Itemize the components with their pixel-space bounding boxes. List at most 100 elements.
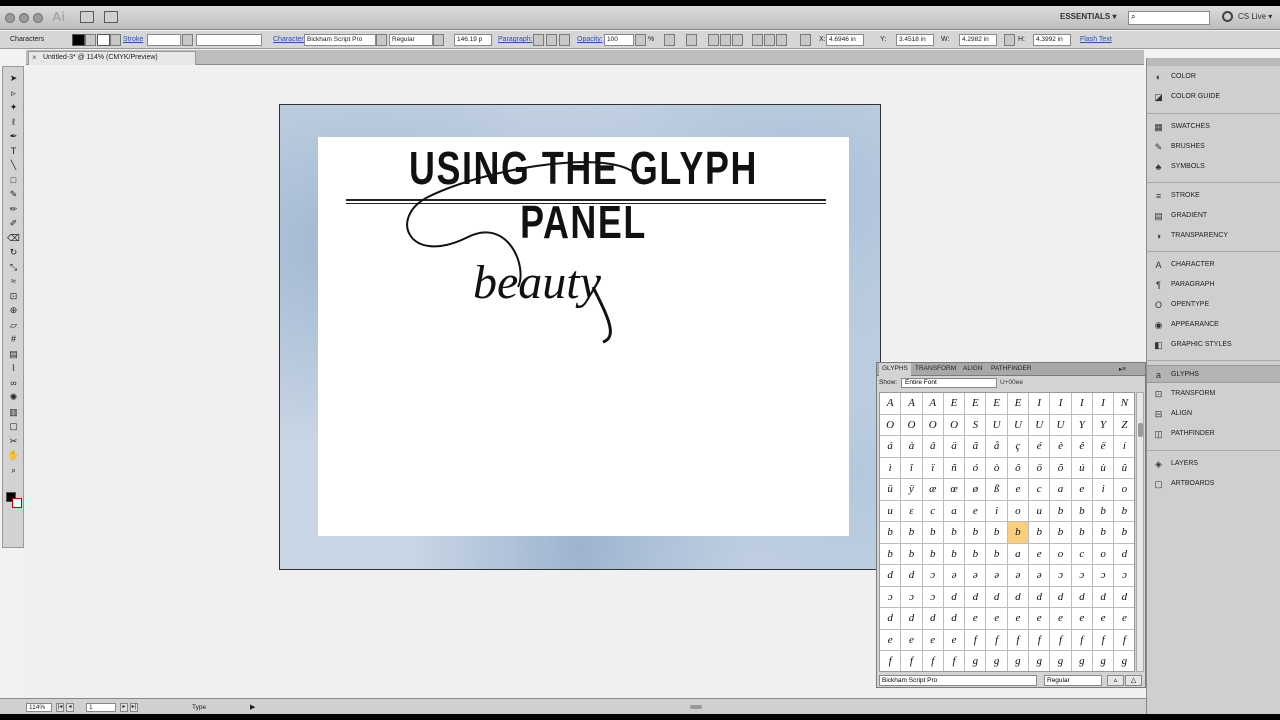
dock-item-character[interactable]: A CHARACTER — [1147, 256, 1280, 274]
glyph-cell[interactable]: c — [1071, 543, 1093, 565]
glyph-cell[interactable]: ï — [922, 457, 944, 479]
pen-tool-icon[interactable]: ✒ — [7, 131, 20, 142]
opacity-field[interactable]: 100 — [604, 34, 634, 46]
glyph-cell[interactable]: ú — [1071, 457, 1093, 479]
glyph-cell[interactable]: ñ — [943, 457, 966, 479]
free-transform-tool-icon[interactable]: ⊡ — [7, 291, 20, 302]
stroke-swatch[interactable] — [97, 34, 110, 46]
search-input[interactable]: ⌕ — [1128, 11, 1210, 25]
glyph-cell[interactable]: i — [986, 500, 1008, 522]
arrange-documents-icon[interactable] — [104, 11, 118, 23]
glyph-cell[interactable]: á — [880, 436, 902, 458]
cs-live-menu[interactable]: CS Live ▾ — [1238, 12, 1272, 21]
glyph-cell[interactable]: N — [1114, 393, 1134, 415]
perspective-tool-icon[interactable]: ▱ — [7, 320, 20, 331]
flash-text-link[interactable]: Flash Text — [1080, 36, 1112, 43]
glyph-cell[interactable]: b — [943, 522, 966, 544]
glyph-cell[interactable]: I — [1029, 393, 1051, 415]
dock-item-graphic-styles[interactable]: ◧ GRAPHIC STYLES — [1147, 336, 1280, 354]
glyph-cell[interactable]: E — [965, 393, 987, 415]
glyph-cell[interactable]: Y — [1092, 414, 1115, 436]
glyph-cell[interactable]: b — [1050, 522, 1072, 544]
glyph-cell[interactable]: f — [1071, 629, 1093, 651]
dock-item-pathfinder[interactable]: ◫ PATHFINDER — [1147, 425, 1280, 443]
glyph-cell[interactable]: g — [986, 651, 1008, 671]
h-field[interactable]: 4.3992 in — [1033, 34, 1071, 46]
stroke-weight-field[interactable] — [147, 34, 181, 46]
stroke-dropdown[interactable] — [110, 34, 121, 46]
glyph-cell[interactable]: O — [901, 414, 923, 436]
glyph-cell[interactable]: f — [1029, 629, 1051, 651]
glyph-cell[interactable]: d — [943, 608, 966, 630]
glyph-cell[interactable]: U — [1029, 414, 1051, 436]
glyph-cell[interactable]: f — [880, 651, 902, 671]
glyph-cell[interactable]: b — [1071, 500, 1093, 522]
glyph-cell[interactable]: E — [986, 393, 1008, 415]
glyph-cell[interactable]: e — [1092, 608, 1115, 630]
glyph-cell[interactable]: g — [965, 651, 987, 671]
artboard[interactable]: USING THE GLYPH PANEL beauty — [279, 104, 881, 570]
glyph-cell[interactable]: ɔ — [1050, 565, 1072, 587]
glyph-cell[interactable]: U — [986, 414, 1008, 436]
hand-tool-icon[interactable]: ✋ — [7, 450, 20, 461]
glyph-cell[interactable]: A — [901, 393, 923, 415]
glyph-cell[interactable]: I — [1071, 393, 1093, 415]
glyph-cell[interactable]: f — [1092, 629, 1115, 651]
recolor-artwork-button[interactable] — [664, 34, 675, 46]
glyph-cell[interactable]: U — [1007, 414, 1030, 436]
magic-wand-tool-icon[interactable]: ✦ — [7, 102, 20, 113]
dock-item-glyphs[interactable]: a GLYPHS — [1147, 365, 1280, 383]
glyph-cell[interactable]: ɔ — [880, 586, 902, 608]
glyph-cell[interactable]: b — [922, 543, 944, 565]
blend-tool-icon[interactable]: ∞ — [7, 378, 20, 389]
glyph-cell[interactable]: b — [1071, 522, 1093, 544]
glyph-cell[interactable]: ò — [986, 457, 1008, 479]
constrain-proportions-button[interactable] — [1004, 34, 1015, 46]
font-style-dropdown[interactable] — [433, 34, 444, 46]
glyph-cell[interactable]: u — [880, 500, 902, 522]
x-field[interactable]: 4.6946 in — [826, 34, 864, 46]
dock-item-appearance[interactable]: ◉ APPEARANCE — [1147, 316, 1280, 334]
document-tab[interactable]: × Untitled-3* @ 114% (CMYK/Preview) — [28, 51, 196, 65]
dock-item-color[interactable]: ◐ COLOR — [1147, 68, 1280, 86]
glyph-cell[interactable]: d — [1114, 544, 1134, 565]
glyph-cell[interactable]: e — [986, 608, 1008, 630]
glyph-cell[interactable]: S — [965, 414, 987, 436]
blob-brush-tool-icon[interactable]: ✐ — [7, 218, 20, 229]
slice-tool-icon[interactable]: ✂ — [7, 436, 20, 447]
dock-item-opentype[interactable]: O OPENTYPE — [1147, 296, 1280, 314]
show-dropdown[interactable]: Entire Font — [901, 378, 997, 388]
stroke-color-swatch[interactable] — [12, 498, 22, 508]
glyph-scrollbar[interactable] — [1136, 392, 1144, 672]
glyph-cell[interactable]: b — [943, 543, 966, 565]
align-button-2[interactable] — [708, 34, 719, 46]
align-left-button[interactable] — [533, 34, 544, 46]
glyph-cell[interactable]: d — [1050, 586, 1072, 608]
symbol-sprayer-tool-icon[interactable]: ✺ — [7, 392, 20, 403]
glyph-cell[interactable]: ə — [986, 565, 1008, 587]
glyph-cell[interactable]: O — [922, 414, 944, 436]
glyph-cell[interactable]: ô — [1007, 457, 1030, 479]
font-family-field[interactable]: Bickham Script Pro — [304, 34, 376, 46]
glyph-cell[interactable]: ɔ — [1114, 565, 1134, 587]
glyph-cell[interactable]: g — [1029, 651, 1051, 671]
glyph-cell[interactable]: ø — [965, 479, 987, 501]
glyph-cell[interactable]: d — [880, 608, 902, 630]
panel-menu-icon[interactable]: ▸≡ — [1119, 365, 1126, 373]
glyph-cell[interactable]: e — [1050, 608, 1072, 630]
artboard-tool-icon[interactable]: ▢ — [7, 421, 20, 432]
lasso-tool-icon[interactable]: ℓ — [7, 117, 20, 128]
artboard-number-field[interactable]: 1 — [86, 703, 116, 712]
glyph-cell[interactable]: d — [986, 586, 1008, 608]
glyph-cell[interactable]: b — [1092, 500, 1115, 522]
opacity-link[interactable]: Opacity: — [577, 36, 603, 43]
eyedropper-tool-icon[interactable]: ⌇ — [7, 363, 20, 374]
zoom-in-icon[interactable]: △ — [1125, 675, 1142, 686]
glyph-cell[interactable]: g — [1093, 651, 1115, 671]
script-word[interactable]: beauty — [473, 255, 601, 310]
eraser-tool-icon[interactable]: ⌫ — [7, 233, 20, 244]
glyph-cell[interactable]: b — [901, 543, 923, 565]
align-right-button[interactable] — [559, 34, 570, 46]
glyph-cell[interactable]: ë — [1092, 436, 1115, 458]
glyph-cell[interactable]: ì — [880, 457, 902, 479]
